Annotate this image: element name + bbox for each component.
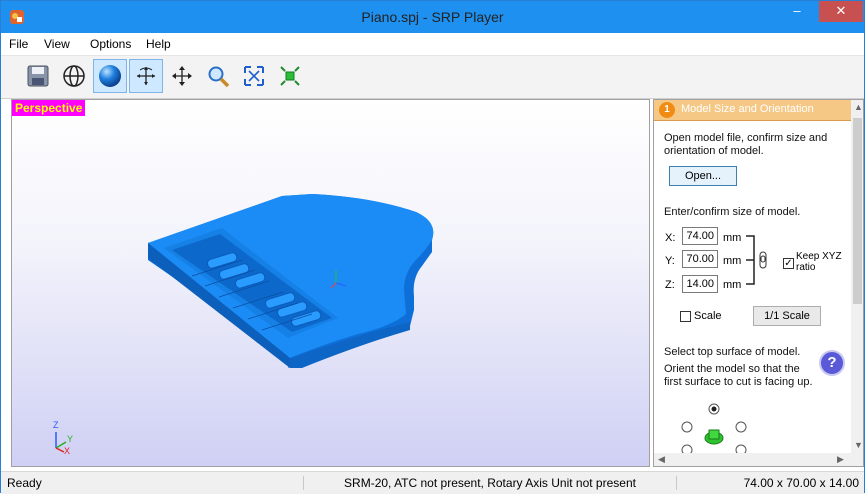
x-unit: mm (723, 232, 742, 244)
scroll-thumb[interactable] (853, 118, 862, 304)
title-bar[interactable]: Piano.spj - SRP Player – ✕ (1, 1, 864, 33)
sphere-icon (99, 65, 121, 87)
zoom-icon (208, 66, 230, 88)
size-description: Enter/confirm size of model. (664, 206, 801, 218)
axis-x-label: X (64, 446, 71, 456)
fit-view-icon (244, 66, 264, 86)
machine-status: SRM-20, ATC not present, Rotary Axis Uni… (303, 476, 677, 490)
3d-viewport[interactable]: Perspective Z Y X (11, 99, 650, 467)
save-button[interactable] (21, 59, 55, 93)
status-ready: Ready (7, 476, 42, 490)
z-label: Z: (665, 279, 675, 291)
zoom-button[interactable] (201, 59, 235, 93)
scroll-right-icon[interactable]: ▶ (837, 454, 844, 465)
x-size-field[interactable]: 74.00 (682, 227, 718, 245)
y-unit: mm (723, 255, 742, 267)
scale-label: Scale (694, 310, 722, 322)
panel-vertical-scrollbar[interactable]: ▲ ▼ (851, 100, 863, 466)
help-icon: ? (827, 354, 837, 371)
menu-options[interactable]: Options (90, 37, 131, 51)
orientation-selector (681, 403, 747, 454)
window-title: Piano.spj - SRP Player (361, 9, 504, 25)
link-ratio-icon (746, 235, 767, 285)
setup-panel: 1 Model Size and Orientation Open model … (653, 99, 864, 467)
axis-y-label: Y (67, 434, 74, 444)
scale-checkbox[interactable] (680, 311, 691, 322)
axis-indicator: Z Y X (48, 418, 88, 458)
keep-ratio-label: Keep XYZ ratio (796, 251, 842, 273)
toolbar (1, 56, 864, 99)
x-label: X: (665, 232, 676, 244)
rotate-button[interactable] (129, 59, 163, 93)
menu-view[interactable]: View (44, 37, 70, 51)
menu-bar: File View Options Help (1, 33, 864, 56)
scroll-up-icon[interactable]: ▲ (854, 102, 863, 112)
full-scale-button[interactable]: 1/1 Scale (753, 306, 821, 326)
surface-description: Orient the model so that the first surfa… (664, 363, 813, 388)
open-description: Open model file, confirm size and orient… (664, 132, 828, 157)
model-size-status: 74.00 x 70.00 x 14.00 (743, 476, 859, 490)
panel-header: 1 Model Size and Orientation (654, 100, 851, 121)
scroll-left-icon[interactable]: ◀ (658, 454, 665, 465)
z-size-field[interactable]: 14.00 (682, 275, 718, 293)
panel-title: Model Size and Orientation (681, 103, 814, 115)
status-bar: Ready SRM-20, ATC not present, Rotary Ax… (1, 471, 864, 494)
fit-model-icon (280, 66, 300, 86)
step-number-badge: 1 (659, 102, 675, 118)
fit-model-button[interactable] (273, 59, 307, 93)
save-icon (27, 65, 49, 87)
app-window: Piano.spj - SRP Player – ✕ File View Opt… (0, 0, 865, 494)
close-button[interactable]: ✕ (819, 1, 863, 22)
panel-horizontal-scrollbar[interactable]: ◀ ▶ (654, 453, 851, 466)
pan-button[interactable] (165, 59, 199, 93)
minimize-button[interactable]: – (782, 1, 812, 23)
fit-view-button[interactable] (237, 59, 271, 93)
scroll-down-icon[interactable]: ▼ (854, 440, 863, 450)
shaded-view-button[interactable] (93, 59, 127, 93)
y-label: Y: (665, 255, 675, 267)
help-button[interactable]: ? (819, 350, 845, 376)
axis-z-label: Z (53, 420, 59, 430)
y-size-field[interactable]: 70.00 (682, 250, 718, 268)
keep-ratio-checkbox[interactable]: ✓ (783, 258, 794, 269)
open-button[interactable]: Open... (669, 166, 737, 186)
surface-title: Select top surface of model. (664, 346, 801, 358)
globe-button[interactable] (57, 59, 91, 93)
piano-model (148, 194, 434, 368)
menu-file[interactable]: File (9, 37, 28, 51)
rotate-icon (137, 67, 155, 85)
z-unit: mm (723, 279, 742, 291)
pan-icon (172, 66, 192, 86)
globe-icon (63, 65, 85, 87)
menu-help[interactable]: Help (146, 37, 171, 51)
